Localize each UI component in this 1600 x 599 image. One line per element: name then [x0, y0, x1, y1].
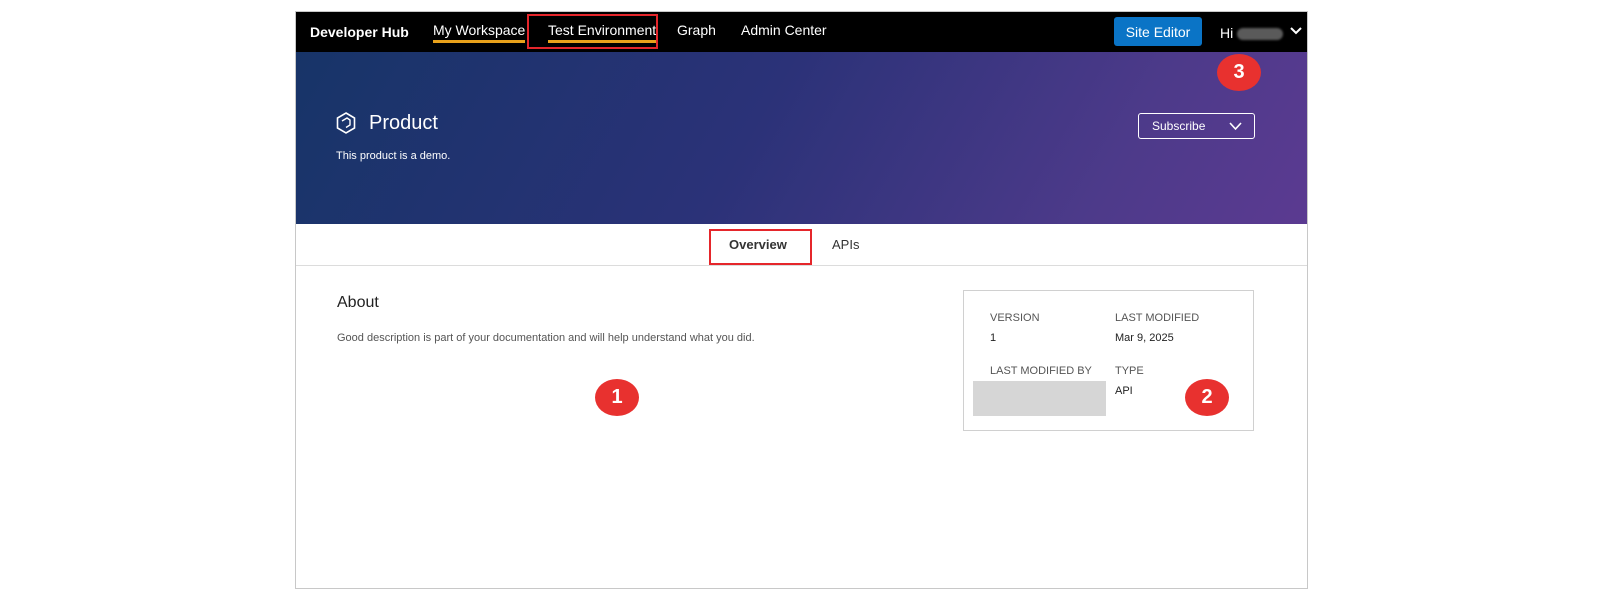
user-greeting: Hi	[1220, 25, 1234, 41]
tab-bar: Overview APIs	[296, 224, 1307, 266]
brand-logo[interactable]: Developer Hub	[310, 24, 409, 40]
highlight-box-overview	[709, 229, 812, 265]
version-label: VERSION	[990, 312, 1040, 324]
app-window: Developer Hub My Workspace Test Environm…	[295, 11, 1308, 589]
chevron-down-icon[interactable]	[1290, 25, 1302, 37]
user-menu[interactable]: Hi	[1220, 25, 1284, 41]
site-editor-button[interactable]: Site Editor	[1114, 17, 1202, 46]
tab-apis[interactable]: APIs	[832, 237, 859, 252]
about-heading: About	[337, 294, 379, 311]
callout-badge-2: 2	[1185, 379, 1229, 416]
product-description: This product is a demo.	[336, 150, 451, 162]
nav-admin-center[interactable]: Admin Center	[741, 22, 827, 38]
top-navigation-bar: Developer Hub My Workspace Test Environm…	[296, 12, 1307, 52]
product-info-card: VERSION 1 LAST MODIFIED Mar 9, 2025 LAST…	[963, 290, 1254, 431]
user-name-redacted	[1237, 28, 1284, 41]
version-value: 1	[990, 332, 997, 344]
callout-badge-1: 1	[595, 379, 639, 416]
nav-my-workspace-label: My Workspace	[433, 22, 526, 43]
about-description: Good description is part of your documen…	[337, 332, 755, 344]
chevron-down-icon	[1229, 122, 1242, 131]
nav-my-workspace[interactable]: My Workspace	[433, 22, 526, 43]
last-modified-by-label: LAST MODIFIED BY	[990, 365, 1092, 377]
callout-badge-3: 3	[1217, 54, 1261, 91]
product-cube-icon	[336, 112, 356, 134]
last-modified-label: LAST MODIFIED	[1115, 312, 1200, 324]
subscribe-dropdown[interactable]: Subscribe	[1138, 113, 1255, 139]
subscribe-label: Subscribe	[1152, 119, 1206, 133]
last-modified-value: Mar 9, 2025	[1115, 332, 1174, 344]
type-label: TYPE	[1115, 365, 1144, 377]
last-modified-by-redacted	[973, 381, 1106, 416]
nav-graph[interactable]: Graph	[677, 22, 716, 38]
highlight-box-test-environment	[527, 14, 658, 49]
product-header-banner: Product This product is a demo. Subscrib…	[296, 52, 1307, 224]
type-value: API	[1115, 385, 1133, 397]
page-title: Product	[369, 112, 438, 134]
